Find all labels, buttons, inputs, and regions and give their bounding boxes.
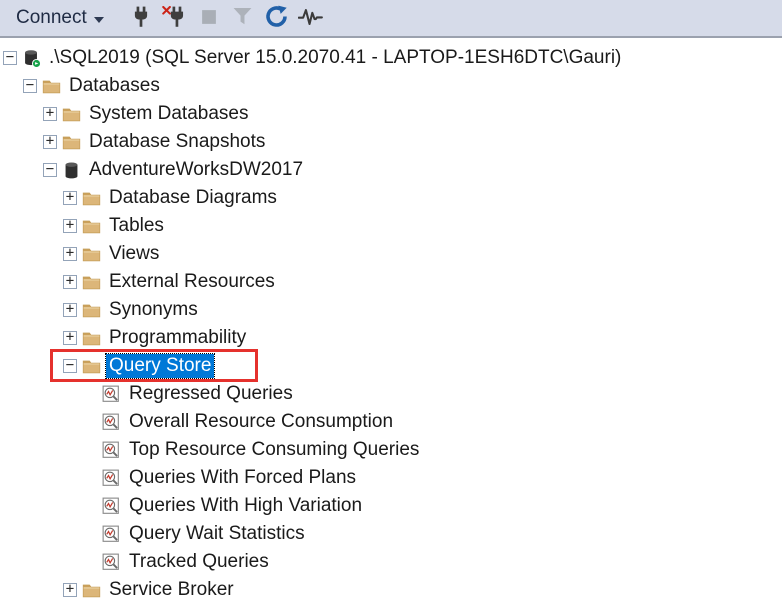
report-icon: [102, 469, 121, 488]
expand-plus-toggle[interactable]: +: [43, 134, 57, 149]
node-label[interactable]: AdventureWorksDW2017: [86, 158, 306, 182]
expand-plus-toggle[interactable]: +: [63, 190, 77, 205]
expand-plus-toggle[interactable]: +: [43, 106, 57, 121]
folder-icon: [62, 133, 81, 152]
tree-row[interactable]: + Views: [0, 240, 782, 268]
expand-plus-toggle[interactable]: +: [63, 218, 77, 233]
stop-button: [192, 2, 226, 34]
object-explorer-tree: − .\SQL2019 (SQL Server 15.0.2070.41 - L…: [0, 38, 782, 604]
node-label[interactable]: Synonyms: [106, 298, 201, 322]
folder-icon: [82, 217, 101, 236]
node-label[interactable]: Queries With Forced Plans: [126, 466, 359, 490]
collapse-minus-toggle[interactable]: −: [43, 162, 57, 177]
stop-icon: [199, 7, 219, 30]
collapse-minus-toggle[interactable]: −: [23, 78, 37, 93]
tree-row[interactable]: Queries With High Variation: [0, 492, 782, 520]
node-label[interactable]: External Resources: [106, 270, 278, 294]
node-label[interactable]: .\SQL2019 (SQL Server 15.0.2070.41 - LAP…: [46, 46, 624, 70]
tree-row[interactable]: + System Databases: [0, 100, 782, 128]
refresh-button[interactable]: [260, 2, 294, 34]
tree-row[interactable]: + Synonyms: [0, 296, 782, 324]
tree-row[interactable]: + Database Snapshots: [0, 128, 782, 156]
folder-icon: [82, 329, 101, 348]
folder-icon: [82, 357, 101, 376]
folder-icon: [62, 105, 81, 124]
activity-pulse-icon: [297, 7, 324, 30]
folder-icon: [82, 273, 101, 292]
filter-button: [226, 2, 260, 34]
node-label[interactable]: Query Wait Statistics: [126, 522, 308, 546]
folder-icon: [82, 301, 101, 320]
collapse-minus-toggle[interactable]: −: [3, 50, 17, 65]
tree-row[interactable]: Query Wait Statistics: [0, 520, 782, 548]
plug-icon: [131, 6, 151, 31]
node-label[interactable]: System Databases: [86, 102, 251, 126]
tree-row[interactable]: + Tables: [0, 212, 782, 240]
expand-plus-toggle[interactable]: +: [63, 302, 77, 317]
folder-icon: [42, 77, 61, 96]
tree-row[interactable]: Top Resource Consuming Queries: [0, 436, 782, 464]
activity-monitor-button[interactable]: [294, 2, 328, 34]
node-label[interactable]: Tables: [106, 214, 167, 238]
tree-row[interactable]: − AdventureWorksDW2017: [0, 156, 782, 184]
node-label[interactable]: Database Snapshots: [86, 130, 268, 154]
dropdown-caret-icon: [93, 16, 104, 23]
tree-row[interactable]: Regressed Queries: [0, 380, 782, 408]
node-label[interactable]: Databases: [66, 74, 163, 98]
tree-row[interactable]: Queries With Forced Plans: [0, 464, 782, 492]
filter-icon: [232, 6, 253, 30]
expand-plus-toggle[interactable]: +: [63, 330, 77, 345]
node-label[interactable]: Service Broker: [106, 578, 237, 602]
connect-button[interactable]: Connect: [10, 3, 110, 33]
toolbar-icon-group: [124, 2, 328, 34]
node-label[interactable]: Query Store: [104, 353, 216, 379]
node-label[interactable]: Database Diagrams: [106, 186, 280, 210]
node-label[interactable]: Top Resource Consuming Queries: [126, 438, 422, 462]
node-label[interactable]: Queries With High Variation: [126, 494, 365, 518]
folder-icon: [82, 245, 101, 264]
connect-object-explorer-button[interactable]: [124, 2, 158, 34]
folder-icon: [82, 581, 101, 600]
expand-plus-toggle[interactable]: +: [63, 582, 77, 597]
folder-icon: [82, 189, 101, 208]
node-label[interactable]: Overall Resource Consumption: [126, 410, 396, 434]
refresh-icon: [265, 5, 288, 31]
tree-row[interactable]: − .\SQL2019 (SQL Server 15.0.2070.41 - L…: [0, 44, 782, 72]
expand-plus-toggle[interactable]: +: [63, 274, 77, 289]
tree-row[interactable]: − Databases: [0, 72, 782, 100]
node-label[interactable]: Programmability: [106, 326, 249, 350]
tree-row[interactable]: − Query Store: [0, 349, 782, 382]
tree-row[interactable]: + External Resources: [0, 268, 782, 296]
report-icon: [102, 413, 121, 432]
server-icon: [22, 49, 41, 68]
tree-row[interactable]: + Database Diagrams: [0, 184, 782, 212]
report-icon: [102, 497, 121, 516]
object-explorer-toolbar: Connect: [0, 0, 782, 38]
connect-label: Connect: [16, 7, 87, 28]
report-icon: [102, 553, 121, 572]
report-icon: [102, 441, 121, 460]
database-icon: [62, 161, 81, 180]
node-label[interactable]: Regressed Queries: [126, 382, 296, 406]
disconnect-object-explorer-button[interactable]: [158, 2, 192, 34]
tree-row[interactable]: + Programmability: [0, 324, 782, 352]
collapse-minus-toggle[interactable]: −: [63, 358, 77, 373]
plug-disconnect-icon: [162, 5, 187, 31]
expand-plus-toggle[interactable]: +: [63, 246, 77, 261]
report-icon: [102, 385, 121, 404]
tree-row[interactable]: + Service Broker: [0, 576, 782, 604]
report-icon: [102, 525, 121, 544]
node-label[interactable]: Tracked Queries: [126, 550, 272, 574]
tree-row[interactable]: Overall Resource Consumption: [0, 408, 782, 436]
tree-row[interactable]: Tracked Queries: [0, 548, 782, 576]
node-label[interactable]: Views: [106, 242, 162, 266]
